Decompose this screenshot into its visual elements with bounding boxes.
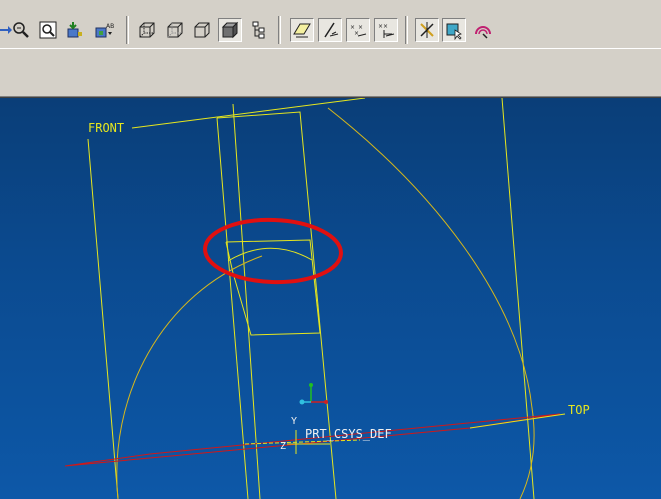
coordinate-systems-icon[interactable]: ×× [374, 18, 398, 42]
hidden-line-icon[interactable] [163, 18, 187, 42]
toolbar-separator [126, 16, 129, 44]
csys-axis-z-label: Z [280, 441, 287, 452]
zoom-to-fit-icon[interactable] [36, 18, 60, 42]
spin-center-icon[interactable] [415, 18, 439, 42]
toolbar-separator [278, 16, 281, 44]
wireframe-icon[interactable] [135, 18, 159, 42]
main-toolbar: AB × × × ×× [0, 0, 661, 49]
annotation-icon[interactable] [471, 18, 495, 42]
select-icon[interactable] [442, 18, 466, 42]
svg-text:AB: AB [106, 23, 114, 30]
top-datum-label[interactable]: TOP [568, 404, 590, 416]
zoom-in-icon[interactable] [9, 18, 33, 42]
toolbar-separator [405, 16, 408, 44]
secondary-toolbar [0, 49, 661, 97]
csys-label[interactable]: PRT_CSYS_DEF [305, 428, 392, 440]
model-tree-icon[interactable] [247, 18, 271, 42]
datum-points-icon[interactable]: × × × [346, 18, 370, 42]
csys-triad [299, 383, 328, 405]
no-hidden-icon[interactable] [190, 18, 214, 42]
shading-icon[interactable] [218, 18, 242, 42]
graphics-viewport[interactable]: FRONT TOP PRT_CSYS_DEF Y Z [0, 97, 661, 499]
csys-axis-y-label: Y [291, 416, 298, 427]
front-datum-label[interactable]: FRONT [88, 122, 124, 134]
svg-text:××: ×× [378, 23, 388, 30]
datum-axes-icon[interactable] [318, 18, 342, 42]
repaint-icon[interactable] [63, 18, 87, 42]
datum-planes-icon[interactable] [290, 18, 314, 42]
saved-views-icon[interactable]: AB [92, 18, 116, 42]
